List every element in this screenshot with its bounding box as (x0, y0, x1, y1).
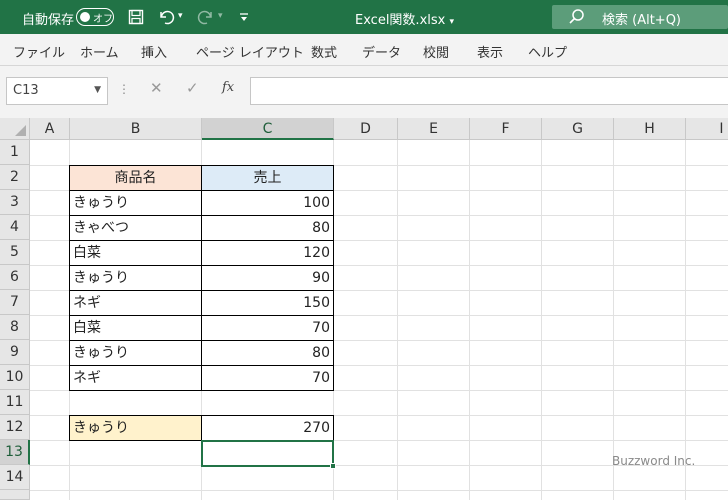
gridline (541, 140, 542, 500)
lookup-key-cell[interactable]: きゅうり (69, 415, 202, 441)
row-header-11[interactable]: 11 (0, 390, 30, 415)
column-header-d[interactable]: D (334, 118, 398, 140)
select-all-triangle-icon (15, 125, 26, 136)
tab-file[interactable]: ファイル (13, 42, 65, 61)
row-header-8[interactable]: 8 (0, 315, 30, 340)
file-title-dropdown-icon: ▾ (449, 17, 455, 27)
column-header-a[interactable]: A (30, 118, 70, 140)
tab-view[interactable]: 表示 (477, 42, 503, 61)
row-header-12[interactable]: 12 (0, 415, 30, 440)
table-cell-sales[interactable]: 150 (201, 290, 334, 316)
row-header-10[interactable]: 10 (0, 365, 30, 390)
row-header-3[interactable]: 3 (0, 190, 30, 215)
watermark: Buzzword Inc. (612, 454, 696, 468)
column-header-f[interactable]: F (470, 118, 542, 140)
insert-function-icon[interactable]: fx (222, 80, 234, 95)
tab-data[interactable]: データ (362, 42, 401, 61)
table-cell-sales[interactable]: 90 (201, 265, 334, 291)
tab-help[interactable]: ヘルプ (528, 42, 567, 61)
undo-dropdown-icon[interactable]: ▾ (178, 11, 183, 21)
lookup-result-cell[interactable]: 270 (201, 415, 334, 441)
table-cell-sales[interactable]: 80 (201, 215, 334, 241)
worksheet-grid[interactable]: A B C D E F G H I 1 2 3 4 5 6 7 8 9 10 1… (0, 118, 728, 500)
redo-icon (196, 7, 216, 27)
formula-bar-area: C13 ▼ ⋮ ✕ ✓ fx (0, 66, 728, 118)
name-box-value: C13 (13, 83, 39, 98)
title-bar: 自動保存 オフ ▾ ▾ Excel関数.xlsx ▾ 検索 (Alt+Q) (0, 0, 728, 34)
name-box[interactable]: C13 ▼ (6, 77, 108, 105)
row-header-15[interactable] (0, 490, 30, 500)
table-cell-sales[interactable]: 70 (201, 315, 334, 341)
tab-page-layout[interactable]: ページ レイアウト (196, 42, 304, 61)
customize-toolbar-icon[interactable] (234, 7, 254, 27)
undo-icon[interactable] (156, 7, 176, 27)
tab-home[interactable]: ホーム (80, 42, 119, 61)
row-header-13[interactable]: 13 (0, 440, 30, 465)
tab-formulas[interactable]: 数式 (311, 42, 337, 61)
row-header-14[interactable]: 14 (0, 465, 30, 490)
enter-icon[interactable]: ✓ (186, 79, 199, 97)
gridline (685, 140, 686, 500)
table-cell-product[interactable]: きゅうり (69, 190, 202, 216)
column-header-b[interactable]: B (70, 118, 202, 140)
table-cell-product[interactable]: 白菜 (69, 240, 202, 266)
search-icon (568, 8, 586, 30)
table-cell-product[interactable]: ネギ (69, 365, 202, 391)
column-header-c[interactable]: C (202, 118, 334, 140)
table-cell-product[interactable]: きゅうり (69, 265, 202, 291)
table-cell-product[interactable]: きゃべつ (69, 215, 202, 241)
tab-insert[interactable]: 挿入 (141, 42, 167, 61)
column-header-i[interactable]: I (686, 118, 728, 140)
row-header-9[interactable]: 9 (0, 340, 30, 365)
table-cell-sales[interactable]: 100 (201, 190, 334, 216)
gridline (30, 490, 728, 491)
search-label: 検索 (Alt+Q) (602, 13, 682, 28)
autosave-label: 自動保存 (22, 13, 75, 28)
table-cell-product[interactable]: ネギ (69, 290, 202, 316)
table-cell-product[interactable]: 白菜 (69, 315, 202, 341)
row-header-4[interactable]: 4 (0, 215, 30, 240)
column-header-e[interactable]: E (398, 118, 470, 140)
table-header-product[interactable]: 商品名 (69, 165, 202, 191)
search-box[interactable]: 検索 (Alt+Q) (552, 5, 728, 29)
table-cell-product[interactable]: きゅうり (69, 340, 202, 366)
row-header-1[interactable]: 1 (0, 140, 30, 165)
row-header-7[interactable]: 7 (0, 290, 30, 315)
active-cell[interactable] (201, 440, 336, 469)
table-cell-sales[interactable]: 120 (201, 240, 334, 266)
row-header-2[interactable]: 2 (0, 165, 30, 190)
autosave-state: オフ (93, 14, 113, 25)
table-cell-sales[interactable]: 70 (201, 365, 334, 391)
gridline (469, 140, 470, 500)
gridline (613, 140, 614, 500)
name-box-dropdown-icon[interactable]: ▼ (94, 85, 101, 95)
file-title[interactable]: Excel関数.xlsx ▾ (355, 9, 454, 28)
gridline (397, 140, 398, 500)
save-icon[interactable] (126, 7, 146, 27)
fill-handle[interactable] (330, 463, 336, 469)
more-options-icon[interactable]: ⋮ (118, 82, 130, 96)
column-header-h[interactable]: H (614, 118, 686, 140)
column-header-g[interactable]: G (542, 118, 614, 140)
autosave-toggle[interactable]: オフ (76, 8, 114, 26)
ribbon-tabs: ファイル ホーム 挿入 ページ レイアウト 数式 データ 校閲 表示 ヘルプ (0, 34, 728, 66)
tab-review[interactable]: 校閲 (423, 42, 449, 61)
toggle-knob (80, 12, 90, 22)
select-all-button[interactable] (0, 118, 30, 140)
formula-input[interactable] (250, 77, 728, 105)
row-header-5[interactable]: 5 (0, 240, 30, 265)
row-header-6[interactable]: 6 (0, 265, 30, 290)
redo-dropdown-icon: ▾ (218, 11, 223, 21)
table-header-sales[interactable]: 売上 (201, 165, 334, 191)
table-cell-sales[interactable]: 80 (201, 340, 334, 366)
cancel-icon[interactable]: ✕ (150, 79, 163, 97)
